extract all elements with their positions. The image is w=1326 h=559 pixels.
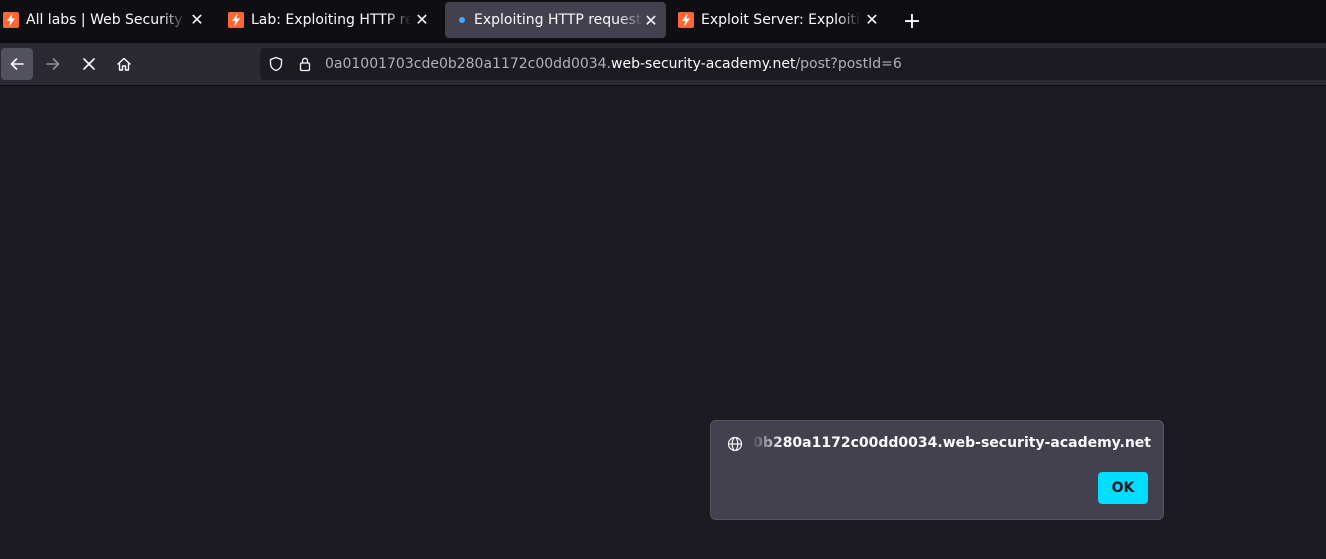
alert-dialog: 0a01001703cde0b280a1172c00dd0034.web-sec… [710,420,1164,520]
close-tab-icon[interactable]: ✕ [861,0,883,39]
tab-title: Exploit Server: Exploiting HTTP request … [701,11,861,28]
close-tab-icon[interactable]: ✕ [411,0,433,39]
new-tab-button[interactable]: + [900,9,924,34]
stop-button[interactable] [73,48,105,80]
shield-icon[interactable] [268,56,284,72]
globe-icon [727,436,743,452]
tab-all-labs[interactable]: All labs | Web Security Academy ✕ [3,0,208,39]
url-host: web-security-academy.net [611,56,796,72]
arrow-left-icon [10,58,24,70]
dialog-origin: 0a01001703cde0b280a1172c00dd0034.web-sec… [751,435,1151,451]
close-icon [83,58,95,70]
loading-dot-icon [459,17,465,23]
forward-button[interactable] [37,48,69,80]
back-button[interactable] [1,48,33,80]
tab-title: Lab: Exploiting HTTP request smuggling [251,11,411,28]
tab-title: All labs | Web Security Academy [26,11,186,28]
url-bar[interactable]: 0a01001703cde0b280a1172c00dd0034.web-sec… [260,48,1326,80]
url-prefix: 0a01001703cde0b280a1172c00dd0034. [325,56,612,72]
lock-icon[interactable] [297,56,313,72]
arrow-right-icon [46,58,60,70]
close-tab-icon[interactable]: ✕ [640,2,662,38]
close-tab-icon[interactable]: ✕ [186,0,208,39]
tab-strip: All labs | Web Security Academy ✕ Lab: E… [0,0,1326,43]
lightning-icon [678,11,694,28]
tab-title: Exploiting HTTP request smuggling [474,12,644,28]
navigation-bar: 0a01001703cde0b280a1172c00dd0034.web-sec… [0,43,1326,86]
tab-exploit-server[interactable]: Exploit Server: Exploiting HTTP request … [678,0,883,39]
dialog-origin-text: 0a01001703cde0b280a1172c00dd0034.web-sec… [751,435,1151,451]
lightning-icon [228,11,244,28]
lightning-icon [3,11,19,28]
home-icon [117,57,131,71]
url-text[interactable]: 0a01001703cde0b280a1172c00dd0034.web-sec… [325,56,902,72]
tab-lab[interactable]: Lab: Exploiting HTTP request smuggling ✕ [228,0,433,39]
home-button[interactable] [108,48,140,80]
ok-button[interactable]: OK [1098,472,1148,504]
url-path: /post?postId=6 [795,56,902,72]
tab-exploiting-active[interactable]: Exploiting HTTP request smuggling ✕ [445,2,666,38]
